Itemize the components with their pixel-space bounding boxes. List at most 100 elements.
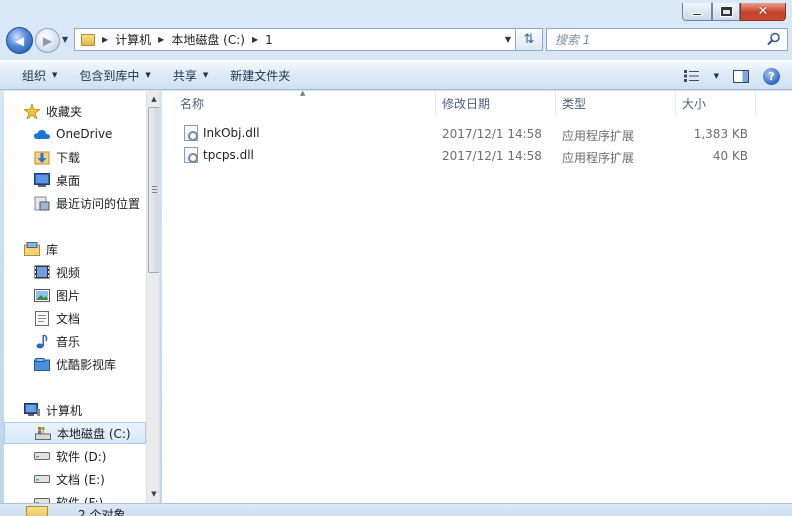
column-date-label: 修改日期 bbox=[442, 97, 491, 111]
column-name-label: 名称 bbox=[180, 97, 205, 111]
nav-computer-label: 计算机 bbox=[46, 403, 83, 418]
breadcrumb-folder-1[interactable]: 1 bbox=[265, 33, 273, 47]
scroll-up-icon[interactable]: ▲ bbox=[147, 92, 159, 106]
nav-music-label: 音乐 bbox=[56, 334, 81, 349]
column-header-name[interactable]: 名称 bbox=[162, 91, 436, 116]
view-options-icon[interactable] bbox=[683, 70, 700, 82]
column-size-label: 大小 bbox=[682, 97, 707, 111]
nav-youku-library[interactable]: 优酷影视库 bbox=[4, 353, 146, 375]
file-type: 应用程序扩展 bbox=[562, 129, 635, 143]
library-icon bbox=[24, 242, 40, 257]
file-name: tpcps.dll bbox=[203, 148, 254, 162]
help-icon[interactable]: ? bbox=[763, 67, 780, 85]
chevron-down-icon: ▼ bbox=[145, 71, 151, 79]
nav-local-disk-c[interactable]: 本地磁盘 (C:) bbox=[4, 422, 146, 444]
file-date: 2017/12/1 14:58 bbox=[442, 149, 542, 163]
nav-videos[interactable]: 视频 bbox=[4, 261, 146, 283]
nav-pictures[interactable]: 图片 bbox=[4, 284, 146, 306]
file-size: 40 KB bbox=[712, 149, 748, 163]
scroll-thumb[interactable] bbox=[148, 107, 159, 273]
nav-libraries[interactable]: 库 bbox=[4, 238, 146, 260]
column-type-label: 类型 bbox=[562, 97, 587, 111]
computer-icon bbox=[24, 403, 40, 418]
nav-drive-e-label: 文档 (E:) bbox=[56, 472, 105, 487]
nav-pane-scrollbar[interactable]: ▲ ▼ bbox=[146, 91, 159, 516]
chevron-right-icon[interactable]: ▶ bbox=[158, 35, 164, 44]
navigation-pane: 收藏夹 OneDrive 下载 桌面 最近访问的位置 库 视频 图片 文档 音乐… bbox=[4, 91, 160, 516]
new-folder-button[interactable]: 新建文件夹 bbox=[219, 60, 301, 90]
share-button[interactable]: 共享 ▼ bbox=[162, 60, 219, 90]
chevron-down-icon: ▼ bbox=[202, 71, 209, 79]
nav-documents-label: 文档 bbox=[56, 311, 81, 326]
nav-drive-d[interactable]: 软件 (D:) bbox=[4, 445, 146, 467]
nav-onedrive[interactable]: OneDrive bbox=[4, 123, 146, 145]
history-dropdown-icon[interactable]: ▼ bbox=[62, 35, 68, 44]
refresh-button[interactable]: ⇅ bbox=[516, 28, 543, 51]
back-button[interactable]: ◀ bbox=[6, 27, 33, 54]
nav-documents[interactable]: 文档 bbox=[4, 307, 146, 329]
scroll-down-icon[interactable]: ▼ bbox=[147, 487, 159, 501]
nav-libraries-label: 库 bbox=[46, 242, 59, 257]
nav-local-disk-c-label: 本地磁盘 (C:) bbox=[57, 426, 131, 441]
address-bar[interactable]: ▶ 计算机 ▶ 本地磁盘 (C:) ▶ 1 ▼ bbox=[74, 28, 516, 51]
share-label: 共享 bbox=[172, 68, 197, 83]
minimize-button[interactable] bbox=[682, 3, 712, 21]
navigation-bar: ◀ ▶ ▼ ▶ 计算机 ▶ 本地磁盘 (C:) ▶ 1 ▼ ⇅ 搜索 1 bbox=[4, 25, 788, 55]
file-list: ▲ 名称 修改日期 类型 大小 InkObj.dll 2017/12/1 14:… bbox=[162, 89, 792, 503]
search-box[interactable]: 搜索 1 bbox=[546, 28, 788, 51]
nav-videos-label: 视频 bbox=[56, 265, 81, 280]
nav-recent-places[interactable]: 最近访问的位置 bbox=[4, 192, 146, 214]
command-bar: 组织 ▼ 包含到库中 ▼ 共享 ▼ 新建文件夹 ▼ ? bbox=[0, 60, 792, 90]
drive-icon bbox=[34, 472, 50, 487]
folder-icon bbox=[81, 33, 95, 46]
drive-icon bbox=[34, 449, 50, 464]
organize-button[interactable]: 组织 ▼ bbox=[0, 60, 68, 90]
breadcrumb-local-disk-c[interactable]: 本地磁盘 (C:) bbox=[171, 31, 245, 48]
table-row[interactable]: tpcps.dll 2017/12/1 14:58 应用程序扩展 40 KB bbox=[162, 146, 762, 167]
nav-computer[interactable]: 计算机 bbox=[4, 399, 146, 421]
chevron-down-icon: ▼ bbox=[52, 71, 58, 79]
window-controls: ✕ bbox=[682, 3, 786, 21]
include-in-library-button[interactable]: 包含到库中 ▼ bbox=[68, 60, 161, 90]
minimize-icon bbox=[692, 13, 702, 16]
desktop-icon bbox=[34, 173, 50, 188]
file-name-cell: tpcps.dll bbox=[184, 147, 254, 163]
folder-icon bbox=[26, 506, 48, 516]
maximize-icon bbox=[719, 6, 733, 17]
preview-pane-icon[interactable] bbox=[733, 69, 749, 83]
column-header-size[interactable]: 大小 bbox=[676, 91, 756, 116]
nav-pictures-label: 图片 bbox=[56, 288, 81, 303]
youku-library-icon bbox=[34, 357, 50, 372]
close-icon: ✕ bbox=[757, 4, 769, 19]
file-size: 1,383 KB bbox=[693, 127, 748, 141]
table-row[interactable]: InkObj.dll 2017/12/1 14:58 应用程序扩展 1,383 … bbox=[162, 124, 762, 145]
search-input[interactable]: 搜索 1 bbox=[555, 31, 590, 48]
breadcrumb-computer[interactable]: 计算机 bbox=[115, 31, 151, 48]
column-header-type[interactable]: 类型 bbox=[556, 91, 676, 116]
maximize-button[interactable] bbox=[712, 3, 740, 21]
status-text: 2 个对象 bbox=[78, 507, 126, 516]
dll-file-icon bbox=[184, 147, 198, 163]
nav-drive-e[interactable]: 文档 (E:) bbox=[4, 468, 146, 490]
organize-label: 组织 bbox=[22, 68, 47, 83]
document-icon bbox=[34, 310, 50, 326]
nav-youku-library-label: 优酷影视库 bbox=[56, 357, 117, 372]
address-dropdown-icon[interactable]: ▼ bbox=[505, 35, 511, 44]
nav-onedrive-label: OneDrive bbox=[56, 127, 113, 141]
nav-favorites[interactable]: 收藏夹 bbox=[4, 100, 146, 122]
nav-downloads[interactable]: 下载 bbox=[4, 146, 146, 168]
nav-desktop[interactable]: 桌面 bbox=[4, 169, 146, 191]
forward-button[interactable]: ▶ bbox=[35, 28, 60, 53]
search-icon[interactable] bbox=[767, 32, 781, 46]
file-name-cell: InkObj.dll bbox=[184, 125, 260, 141]
close-button[interactable]: ✕ bbox=[740, 3, 786, 21]
download-folder-icon bbox=[34, 150, 50, 165]
column-header-date[interactable]: 修改日期 bbox=[436, 91, 556, 116]
chevron-right-icon[interactable]: ▶ bbox=[102, 35, 108, 44]
file-date: 2017/12/1 14:58 bbox=[442, 127, 542, 141]
chevron-right-icon[interactable]: ▶ bbox=[252, 35, 258, 44]
nav-music[interactable]: 音乐 bbox=[4, 330, 146, 352]
explorer-window: ✕ ◀ ▶ ▼ ▶ 计算机 ▶ 本地磁盘 (C:) ▶ 1 ▼ ⇅ 搜索 1 组… bbox=[0, 0, 792, 516]
view-dropdown-icon[interactable]: ▼ bbox=[714, 72, 719, 80]
arrow-left-icon: ◀ bbox=[14, 33, 25, 48]
